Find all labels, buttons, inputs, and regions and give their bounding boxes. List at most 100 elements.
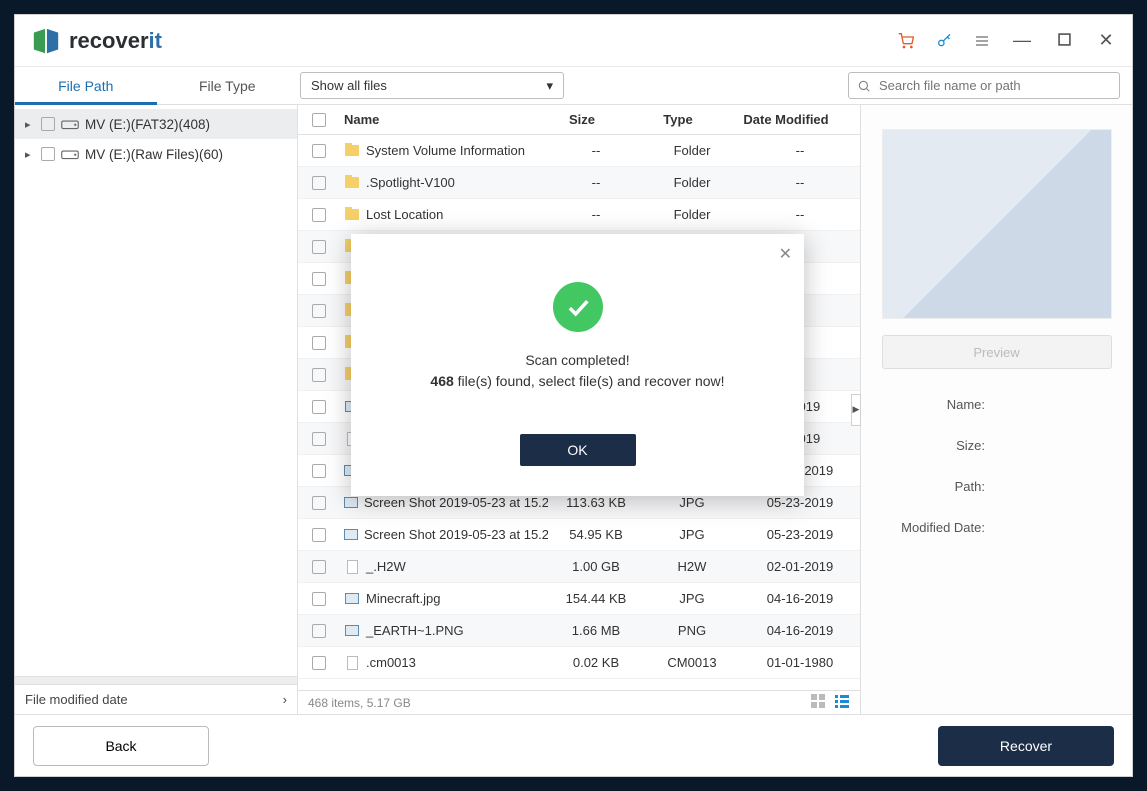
table-row[interactable]: Lost Location--Folder-- (298, 199, 860, 231)
file-size: 54.95 KB (548, 527, 644, 542)
col-date[interactable]: Date Modified (726, 112, 846, 127)
col-name[interactable]: Name (340, 112, 534, 127)
row-checkbox[interactable] (312, 272, 326, 286)
window-close-button[interactable]: ✕ (1096, 30, 1116, 51)
col-type[interactable]: Type (630, 112, 726, 127)
table-row[interactable]: _.H2W1.00 GBH2W02-01-2019 (298, 551, 860, 583)
file-date: -- (740, 143, 860, 158)
window-minimize-button[interactable]: — (1012, 30, 1032, 51)
row-checkbox[interactable] (312, 400, 326, 414)
dialog-close-button[interactable]: ✕ (779, 244, 792, 264)
row-checkbox[interactable] (312, 240, 326, 254)
search-input[interactable] (879, 78, 1111, 93)
file-type: H2W (644, 559, 740, 574)
table-row[interactable]: .cm00130.02 KBCM001301-01-1980 (298, 647, 860, 679)
toolbar: File Path File Type Show all files ▾ (15, 67, 1132, 105)
row-checkbox[interactable] (312, 464, 326, 478)
file-type: Folder (644, 143, 740, 158)
folder-icon (344, 143, 360, 159)
search-box[interactable] (848, 72, 1120, 99)
meta-path-label: Path: (885, 479, 985, 494)
file-name: .Spotlight-V100 (366, 175, 455, 190)
key-icon[interactable] (936, 33, 952, 49)
row-checkbox[interactable] (312, 336, 326, 350)
file-date: 04-16-2019 (740, 623, 860, 638)
sidebar-scrollbar[interactable] (15, 676, 297, 684)
tab-file-type[interactable]: File Type (157, 67, 299, 104)
file-date: -- (740, 207, 860, 222)
row-checkbox[interactable] (312, 432, 326, 446)
grid-view-icon[interactable] (810, 693, 826, 712)
file-name: Lost Location (366, 207, 443, 222)
table-row[interactable]: Screen Shot 2019-05-23 at 15.25.24.j...5… (298, 519, 860, 551)
table-row[interactable]: .Spotlight-V100 --Folder-- (298, 167, 860, 199)
list-view-icon[interactable] (834, 693, 850, 712)
file-type: CM0013 (644, 655, 740, 670)
row-checkbox[interactable] (312, 144, 326, 158)
row-checkbox[interactable] (312, 176, 326, 190)
cart-icon[interactable] (898, 33, 914, 49)
tree-item[interactable]: ▸ MV (E:)(Raw Files)(60) (15, 139, 297, 169)
image-icon (344, 527, 358, 543)
table-row[interactable]: _EARTH~1.PNG1.66 MBPNG04-16-2019 (298, 615, 860, 647)
file-size: 113.63 KB (548, 495, 644, 510)
back-button[interactable]: Back (33, 726, 209, 766)
folder-tree: ▸ MV (E:)(FAT32)(408) ▸ MV (E:)(Raw File… (15, 105, 297, 676)
folder-icon (344, 207, 360, 223)
file-size: 1.66 MB (548, 623, 644, 638)
meta-name-label: Name: (885, 397, 985, 412)
table-row[interactable]: Minecraft.jpg154.44 KBJPG04-16-2019 (298, 583, 860, 615)
recover-button[interactable]: Recover (938, 726, 1114, 766)
drive-icon (61, 117, 79, 131)
row-checkbox[interactable] (312, 368, 326, 382)
file-name: Screen Shot 2019-05-23 at 15.24.45.j... (364, 495, 548, 510)
statusbar: 468 items, 5.17 GB (298, 690, 860, 714)
row-checkbox[interactable] (312, 656, 326, 670)
image-icon (344, 495, 358, 511)
file-size: 154.44 KB (548, 591, 644, 606)
file-date: -- (740, 175, 860, 190)
dialog-line2: file(s) found, select file(s) and recove… (454, 373, 725, 389)
menu-icon[interactable] (974, 33, 990, 49)
chevron-right-icon[interactable]: ▸ (25, 148, 35, 161)
file-date: 05-23-2019 (740, 495, 860, 510)
row-checkbox[interactable] (312, 592, 326, 606)
checkbox[interactable] (41, 147, 55, 161)
checkbox[interactable] (41, 117, 55, 131)
file-size: 1.00 GB (548, 559, 644, 574)
check-circle-icon (553, 282, 603, 332)
row-checkbox[interactable] (312, 496, 326, 510)
dialog-line1: Scan completed! (525, 352, 629, 368)
image-icon (344, 623, 360, 639)
col-size[interactable]: Size (534, 112, 630, 127)
collapse-preview-handle[interactable]: ▶ (851, 394, 861, 426)
drive-icon (61, 147, 79, 161)
row-checkbox[interactable] (312, 560, 326, 574)
filter-select[interactable]: Show all files ▾ (300, 72, 564, 99)
file-icon (344, 559, 360, 575)
select-all-checkbox[interactable] (312, 113, 326, 127)
file-name: System Volume Information (366, 143, 525, 158)
preview-button[interactable]: Preview (882, 335, 1112, 369)
row-checkbox[interactable] (312, 208, 326, 222)
table-header: Name Size Type Date Modified (298, 105, 860, 135)
file-type: JPG (644, 591, 740, 606)
sidebar-filter-date[interactable]: File modified date › (15, 684, 297, 714)
table-row[interactable]: System Volume Information --Folder-- (298, 135, 860, 167)
tree-item[interactable]: ▸ MV (E:)(FAT32)(408) (15, 109, 297, 139)
titlebar-actions: — ✕ (898, 30, 1116, 51)
chevron-right-icon[interactable]: ▸ (25, 118, 35, 131)
row-checkbox[interactable] (312, 528, 326, 542)
file-type: Folder (644, 175, 740, 190)
row-checkbox[interactable] (312, 624, 326, 638)
titlebar: recoverit — ✕ (15, 15, 1132, 67)
file-size: -- (548, 207, 644, 222)
dialog-ok-button[interactable]: OK (520, 434, 636, 466)
file-size: -- (548, 175, 644, 190)
tab-file-path[interactable]: File Path (15, 67, 157, 104)
file-date: 02-01-2019 (740, 559, 860, 574)
file-type: JPG (644, 495, 740, 510)
file-size: -- (548, 143, 644, 158)
window-maximize-button[interactable] (1054, 30, 1074, 51)
row-checkbox[interactable] (312, 304, 326, 318)
